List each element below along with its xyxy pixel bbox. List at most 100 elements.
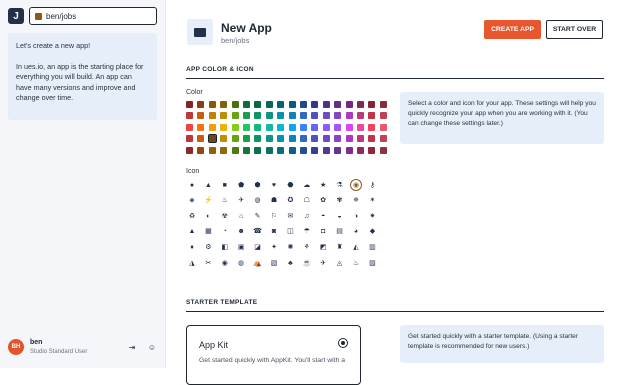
color-swatch[interactable] — [300, 112, 307, 120]
pentagon-icon[interactable]: ⬟ — [235, 179, 247, 191]
glyph-5-0-icon[interactable]: ◮ — [186, 257, 198, 269]
color-swatch[interactable] — [254, 146, 262, 154]
glyph-3-9-icon[interactable]: ▤ — [334, 226, 346, 238]
glyph-4-2-icon[interactable]: ◧ — [219, 241, 231, 253]
color-swatch[interactable] — [277, 146, 285, 154]
color-swatch[interactable] — [231, 101, 239, 108]
color-swatch[interactable] — [220, 135, 228, 143]
work-icon[interactable]: ◉ — [350, 179, 362, 191]
color-swatch[interactable] — [265, 123, 273, 131]
glyph-1-10-icon[interactable]: ✵ — [350, 195, 362, 207]
star-icon[interactable]: ★ — [317, 179, 329, 191]
color-swatch[interactable] — [345, 101, 353, 108]
color-swatch[interactable] — [368, 112, 376, 120]
color-swatch[interactable] — [265, 112, 273, 120]
color-swatch[interactable] — [357, 101, 364, 108]
glyph-4-5-icon[interactable]: ✦ — [268, 241, 280, 253]
glyph-1-9-icon[interactable]: ✾ — [334, 195, 346, 207]
key-icon[interactable]: ⚷ — [366, 179, 378, 191]
glyph-3-1-icon[interactable]: ▦ — [202, 226, 214, 238]
glyph-5-1-icon[interactable]: ✂ — [202, 257, 214, 269]
color-swatch[interactable] — [368, 123, 376, 131]
logout-icon[interactable]: ⇥ — [126, 341, 138, 353]
color-swatch[interactable] — [311, 101, 319, 108]
color-swatch[interactable] — [345, 112, 353, 120]
color-swatch[interactable] — [220, 112, 228, 120]
color-swatch[interactable] — [208, 123, 216, 131]
color-swatch[interactable] — [379, 135, 387, 143]
heart-icon[interactable]: ♥ — [268, 179, 280, 191]
glyph-1-6-icon[interactable]: ✪ — [284, 195, 296, 207]
color-swatch[interactable] — [197, 123, 205, 131]
color-swatch[interactable] — [379, 123, 387, 131]
color-swatch[interactable] — [300, 135, 307, 143]
glyph-3-2-icon[interactable]: ◔ — [219, 226, 231, 238]
glyph-3-8-icon[interactable]: ◘ — [317, 226, 329, 238]
color-swatch[interactable] — [208, 146, 216, 154]
glyph-5-6-icon[interactable]: ♣ — [284, 257, 296, 269]
color-swatch[interactable] — [231, 112, 239, 120]
color-swatch[interactable] — [277, 112, 285, 120]
color-swatch[interactable] — [357, 135, 364, 143]
glyph-3-6-icon[interactable]: ◫ — [284, 226, 296, 238]
flask-icon[interactable]: ⚗ — [334, 179, 346, 191]
glyph-2-7-icon[interactable]: ♫ — [301, 210, 313, 222]
glyph-1-2-icon[interactable]: ♨ — [219, 195, 231, 207]
glyph-4-8-icon[interactable]: ◩ — [317, 241, 329, 253]
color-swatch[interactable] — [231, 135, 239, 143]
glyph-2-8-icon[interactable]: ◓ — [317, 210, 329, 222]
glyph-2-0-icon[interactable]: ♻ — [186, 210, 198, 222]
glyph-2-10-icon[interactable]: ◑ — [350, 210, 362, 222]
glyph-1-1-icon[interactable]: ⚡ — [202, 195, 214, 207]
color-swatch[interactable] — [288, 146, 296, 154]
color-swatch[interactable] — [220, 101, 228, 108]
color-swatch[interactable] — [254, 112, 262, 120]
glyph-5-3-icon[interactable]: ◍ — [235, 257, 247, 269]
color-swatch[interactable] — [300, 146, 307, 154]
circle-icon[interactable]: ● — [186, 179, 198, 191]
glyph-5-5-icon[interactable]: ▧ — [268, 257, 280, 269]
glyph-4-1-icon[interactable]: ⚙ — [202, 241, 214, 253]
color-swatch[interactable] — [379, 146, 387, 154]
breadcrumb[interactable]: ben/jobs — [29, 7, 157, 25]
color-swatch[interactable] — [277, 135, 285, 143]
glyph-2-3-icon[interactable]: ⌂ — [235, 210, 247, 222]
glyph-3-10-icon[interactable]: ◕ — [350, 226, 362, 238]
color-swatch[interactable] — [288, 135, 296, 143]
color-swatch[interactable] — [243, 101, 250, 108]
color-swatch[interactable] — [254, 101, 262, 108]
color-swatch[interactable] — [254, 135, 262, 143]
glyph-2-11-icon[interactable]: ✷ — [366, 210, 378, 222]
color-swatch[interactable] — [220, 146, 228, 154]
color-swatch[interactable] — [345, 135, 353, 143]
glyph-2-6-icon[interactable]: ✉ — [284, 210, 296, 222]
color-swatch[interactable] — [322, 101, 330, 108]
glyph-4-11-icon[interactable]: ▥ — [366, 241, 378, 253]
glyph-1-3-icon[interactable]: ✈ — [235, 195, 247, 207]
hexagon-icon[interactable]: ⬢ — [252, 179, 264, 191]
color-swatch[interactable] — [368, 101, 376, 108]
glyph-3-3-icon[interactable]: ☻ — [235, 226, 247, 238]
glyph-1-0-icon[interactable]: ◈ — [186, 195, 198, 207]
color-swatch[interactable] — [357, 123, 364, 131]
template-radio[interactable] — [338, 338, 348, 348]
glyph-5-11-icon[interactable]: ▨ — [366, 257, 378, 269]
color-swatch[interactable] — [322, 135, 330, 143]
color-swatch[interactable] — [334, 101, 342, 108]
color-swatch[interactable] — [311, 112, 319, 120]
color-swatch[interactable] — [265, 101, 273, 108]
glyph-4-4-icon[interactable]: ◪ — [252, 241, 264, 253]
color-swatch[interactable] — [265, 146, 273, 154]
start-over-button[interactable]: START OVER — [546, 20, 603, 39]
color-swatch[interactable] — [334, 146, 342, 154]
user-circle-icon[interactable]: ☺ — [146, 341, 158, 353]
cloud-icon[interactable]: ☁ — [301, 179, 313, 191]
glyph-2-4-icon[interactable]: ✎ — [252, 210, 264, 222]
color-swatch[interactable] — [243, 112, 250, 120]
glyph-1-4-icon[interactable]: ◍ — [252, 195, 264, 207]
color-swatch[interactable] — [243, 146, 250, 154]
color-swatch[interactable] — [345, 146, 353, 154]
glyph-3-7-icon[interactable]: ☂ — [301, 226, 313, 238]
color-swatch[interactable] — [220, 123, 228, 131]
color-swatch[interactable] — [231, 123, 239, 131]
